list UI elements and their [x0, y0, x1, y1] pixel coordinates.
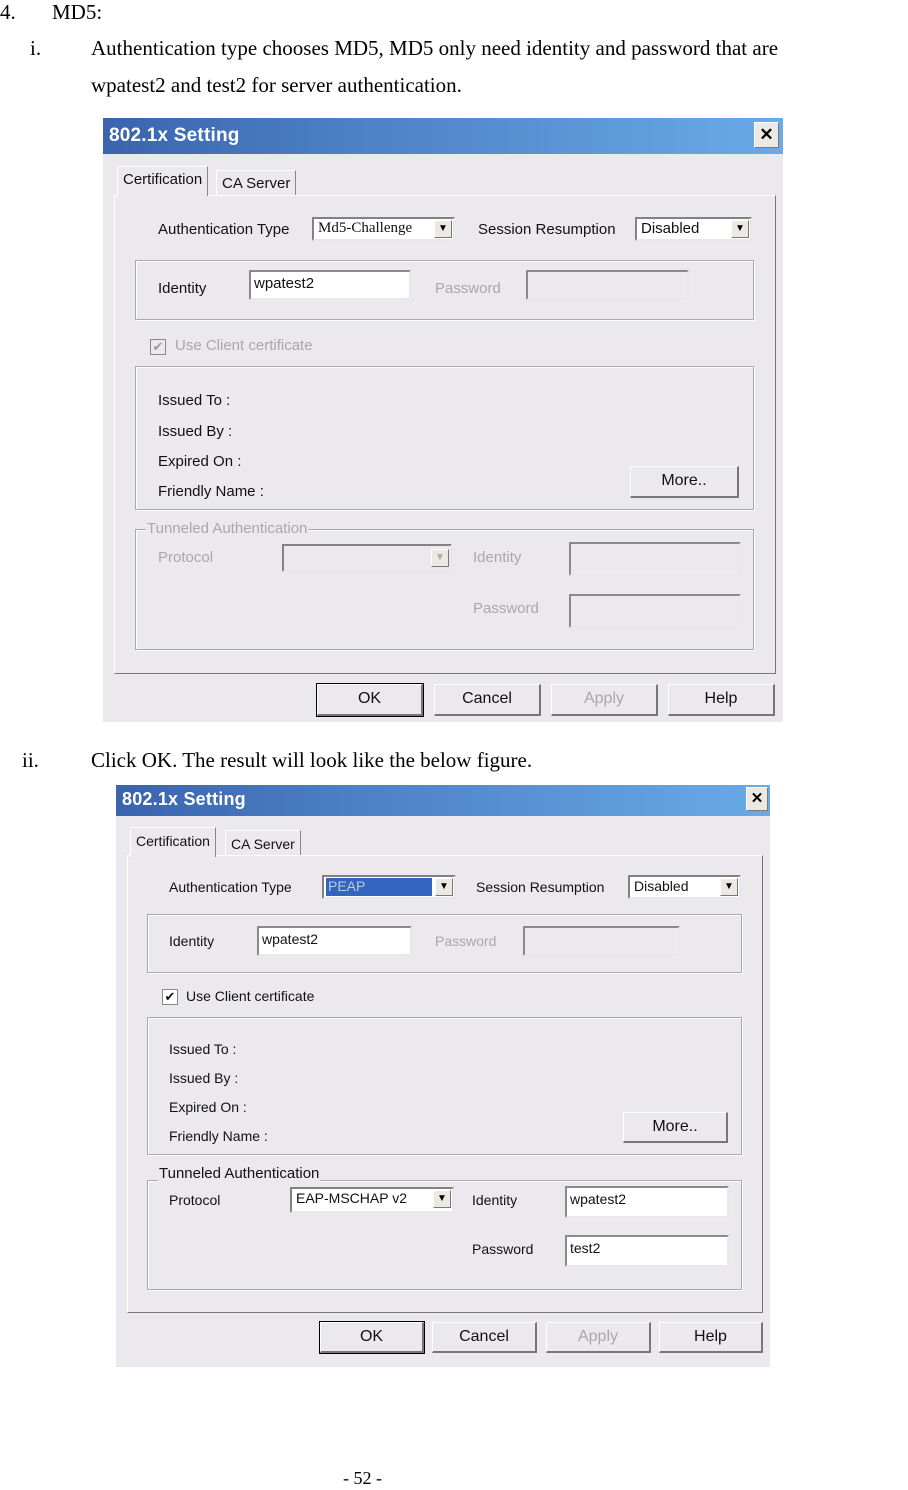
step-i-text-line1: Authentication type chooses MD5, MD5 onl… [91, 36, 779, 60]
identity-value: wpatest2 [254, 275, 315, 292]
close-button[interactable]: ✕ [746, 787, 768, 811]
item-title: MD5: [52, 0, 103, 24]
session-resumption-select[interactable]: Disabled ▼ [635, 217, 752, 241]
step-i-marker: i. [30, 36, 42, 60]
ok-button[interactable]: OK [316, 683, 424, 717]
session-resumption-label: Session Resumption [478, 221, 616, 238]
use-client-cert-label: Use Client certificate [186, 988, 315, 1004]
identity-value: wpatest2 [262, 931, 319, 947]
dialog-8021x-setting-md5: 802.1x Setting ✕ Certification CA Server… [103, 118, 783, 722]
protocol-value: EAP-MSCHAP v2 [296, 1190, 407, 1206]
issued-by-label: Issued By : [158, 423, 233, 440]
step-i-text-line2: wpatest2 and test2 for server authentica… [91, 73, 462, 97]
tunnel-password-input[interactable]: test2 [565, 1235, 729, 1267]
use-client-cert-label: Use Client certificate [175, 337, 313, 354]
issued-to-label: Issued To : [158, 392, 231, 409]
chevron-down-icon: ▼ [433, 1190, 451, 1208]
help-button[interactable]: Help [659, 1322, 763, 1353]
auth-type-value: Md5-Challenge [318, 220, 413, 236]
help-button[interactable]: Help [668, 684, 775, 716]
identity-label: Identity [169, 933, 215, 949]
chevron-down-icon: ▼ [431, 549, 449, 567]
session-resumption-value: Disabled [634, 878, 689, 894]
password-input[interactable] [526, 270, 689, 300]
title-bar: 802.1x Setting ✕ [116, 785, 770, 816]
password-label: Password [435, 933, 497, 949]
chevron-down-icon: ▼ [720, 878, 738, 896]
tunnel-identity-label: Identity [473, 549, 522, 566]
chevron-down-icon: ▼ [731, 220, 749, 238]
issued-to-label: Issued To : [169, 1041, 237, 1057]
password-label: Password [435, 280, 501, 297]
tunnel-password-value: test2 [570, 1240, 601, 1256]
session-resumption-select[interactable]: Disabled ▼ [628, 875, 741, 899]
tunnel-password-label: Password [473, 600, 539, 617]
tunnel-identity-input[interactable] [569, 542, 741, 576]
tab-ca-server[interactable]: CA Server [216, 170, 297, 197]
tunnel-password-label: Password [472, 1241, 534, 1257]
page-number: - 52 - [343, 1468, 382, 1488]
dialog-title: 802.1x Setting [122, 789, 246, 809]
tunnel-identity-label: Identity [472, 1192, 518, 1208]
tunnel-password-input[interactable] [569, 594, 741, 628]
expired-on-label: Expired On : [169, 1099, 247, 1115]
item-number: 4. [0, 0, 16, 24]
password-input[interactable] [523, 926, 680, 956]
tunneled-auth-legend: Tunneled Authentication [146, 520, 309, 537]
tab-certification[interactable]: Certification [130, 827, 216, 857]
protocol-label: Protocol [158, 549, 214, 566]
protocol-select[interactable]: ▼ [282, 544, 452, 572]
title-bar: 802.1x Setting ✕ [103, 118, 783, 154]
more-button[interactable]: More.. [630, 466, 739, 498]
ok-button[interactable]: OK [319, 1321, 425, 1354]
dialog-8021x-setting-peap: 802.1x Setting ✕ Certification CA Server… [116, 785, 770, 1367]
friendly-name-label: Friendly Name : [158, 483, 264, 500]
expired-on-label: Expired On : [158, 453, 242, 470]
auth-type-select[interactable]: Md5-Challenge ▼ [312, 217, 455, 241]
tunnel-identity-value: wpatest2 [570, 1191, 627, 1207]
tunnel-identity-input[interactable]: wpatest2 [565, 1186, 729, 1218]
identity-label: Identity [158, 280, 207, 297]
apply-button[interactable]: Apply [546, 1322, 651, 1353]
protocol-label: Protocol [169, 1192, 221, 1208]
tunneled-auth-legend: Tunneled Authentication [158, 1165, 321, 1182]
cancel-button[interactable]: Cancel [434, 684, 541, 716]
identity-input[interactable]: wpatest2 [257, 926, 412, 956]
auth-type-select[interactable]: PEAP ▼ [322, 875, 456, 899]
auth-type-label: Authentication Type [169, 879, 292, 895]
step-ii-marker: ii. [22, 748, 39, 772]
more-button[interactable]: More.. [623, 1112, 728, 1143]
auth-type-label: Authentication Type [158, 221, 290, 238]
friendly-name-label: Friendly Name : [169, 1128, 268, 1144]
session-resumption-label: Session Resumption [476, 879, 605, 895]
close-icon: ✕ [759, 125, 774, 144]
use-client-cert-checkbox[interactable]: ✔ [162, 989, 178, 1005]
close-icon: ✕ [750, 790, 764, 807]
checkmark-icon: ✔ [164, 989, 176, 1004]
session-resumption-value: Disabled [641, 220, 700, 237]
use-client-cert-checkbox[interactable]: ✔ [150, 339, 166, 355]
identity-input[interactable]: wpatest2 [249, 270, 411, 300]
tab-ca-server[interactable]: CA Server [225, 830, 301, 857]
step-ii-text: Click OK. The result will look like the … [91, 748, 533, 772]
checkmark-icon: ✔ [152, 339, 164, 354]
dialog-title: 802.1x Setting [109, 125, 240, 146]
chevron-down-icon: ▼ [435, 878, 453, 896]
apply-button[interactable]: Apply [551, 684, 658, 716]
tab-certification[interactable]: Certification [117, 166, 209, 196]
issued-by-label: Issued By : [169, 1070, 239, 1086]
close-button[interactable]: ✕ [754, 122, 779, 148]
cancel-button[interactable]: Cancel [432, 1322, 537, 1353]
chevron-down-icon: ▼ [434, 220, 452, 238]
protocol-select[interactable]: EAP-MSCHAP v2 ▼ [290, 1187, 454, 1213]
auth-type-value: PEAP [326, 878, 432, 896]
